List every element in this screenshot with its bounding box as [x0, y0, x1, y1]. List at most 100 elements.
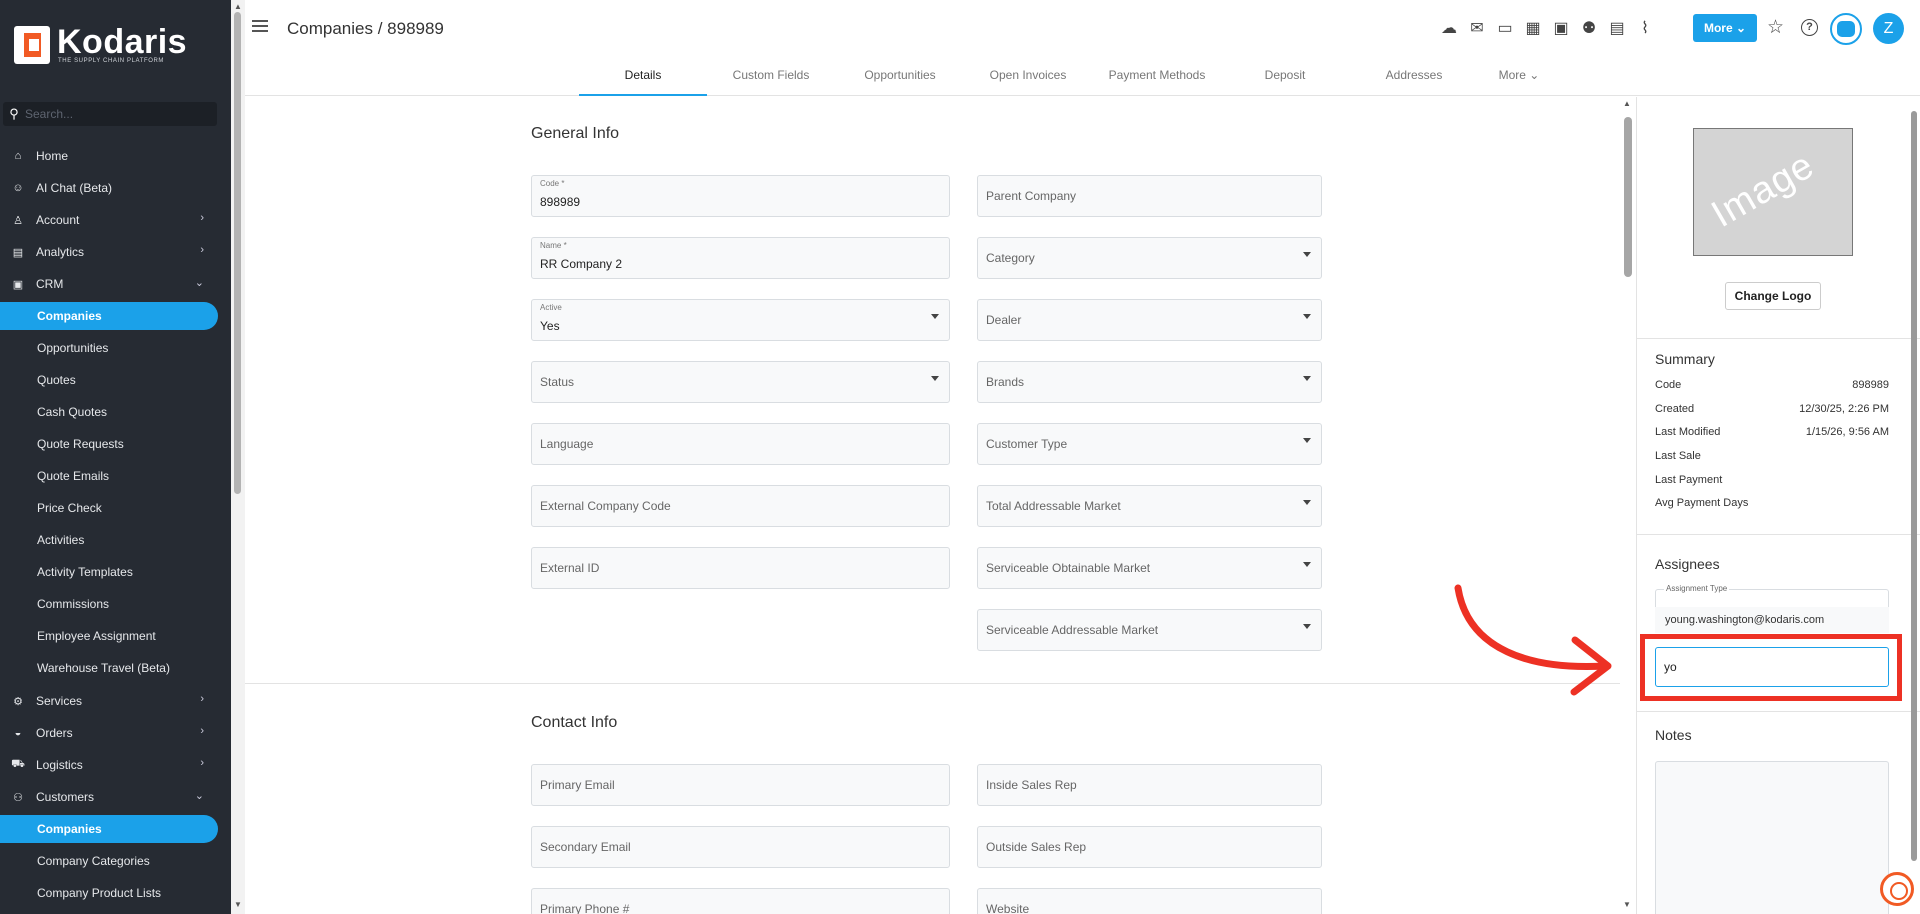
scroll-down-icon[interactable]: ▼ [234, 900, 242, 909]
sidebar-item-home[interactable]: ⌂ Home [0, 142, 218, 170]
sidebar-item-account[interactable]: ♙ Account › [0, 206, 218, 234]
assignee-suggestion-item[interactable]: young.washington@kodaris.com [1655, 607, 1889, 633]
summary-value: 898989 [1852, 379, 1889, 391]
sidebar-item-label: Price Check [37, 501, 102, 515]
sidebar-item-commissions[interactable]: Commissions [0, 590, 218, 618]
sidebar-search-input[interactable] [25, 107, 205, 121]
ai-assistant-icon[interactable] [1830, 13, 1862, 45]
primary-phone-field[interactable]: Primary Phone # [531, 888, 950, 914]
right-scroll-thumb[interactable] [1911, 111, 1917, 861]
sidebar-item-quote-emails[interactable]: Quote Emails [0, 462, 218, 490]
tab-addresses[interactable]: Addresses [1350, 60, 1478, 96]
sidebar-scroll-thumb[interactable] [234, 12, 241, 494]
customer-type-select[interactable]: Customer Type [977, 423, 1322, 465]
tab-more[interactable]: More ⌄ [1479, 60, 1559, 96]
main-scroll-thumb[interactable] [1624, 117, 1632, 277]
notes-textarea[interactable] [1655, 761, 1889, 914]
sidebar-item-customers-companies[interactable]: Companies [0, 815, 218, 843]
serviceable-obtainable-market-select[interactable]: Serviceable Obtainable Market [977, 547, 1322, 589]
payment-card-icon[interactable]: ▭ [1491, 17, 1519, 41]
document-icon[interactable]: ▤ [1603, 17, 1631, 41]
tab-payment-methods[interactable]: Payment Methods [1093, 60, 1221, 96]
kodaris-logo[interactable]: Kodaris THE SUPPLY CHAIN PLATFORM [14, 23, 214, 66]
sidebar-item-quotes[interactable]: Quotes [0, 366, 218, 394]
sidebar-scrollbar[interactable]: ▲ ▼ [231, 0, 245, 914]
name-field[interactable]: Name * RR Company 2 [531, 237, 950, 279]
avatar[interactable]: Z [1873, 13, 1904, 44]
outside-sales-rep-field[interactable]: Outside Sales Rep [977, 826, 1322, 868]
attachment-icon[interactable]: ⌇ [1631, 17, 1659, 41]
brands-select[interactable]: Brands [977, 361, 1322, 403]
star-icon[interactable]: ☆ [1767, 16, 1784, 39]
field-value: RR Company 2 [540, 257, 623, 271]
scroll-down-icon[interactable]: ▼ [1623, 900, 1631, 909]
scroll-up-icon[interactable]: ▲ [1623, 99, 1631, 108]
tab-custom-fields[interactable]: Custom Fields [707, 60, 835, 96]
code-field[interactable]: Code * 898989 [531, 175, 950, 217]
assignee-search-input[interactable] [1655, 647, 1889, 687]
field-placeholder: Category [986, 251, 1035, 265]
user-icon: ♙ [13, 214, 23, 227]
external-company-code-field[interactable]: External Company Code [531, 485, 950, 527]
sidebar-item-activities[interactable]: Activities [0, 526, 218, 554]
screen-share-icon[interactable]: ▣ [1547, 17, 1575, 41]
panel-divider [1637, 534, 1920, 535]
sidebar-item-company-product-lists[interactable]: Company Product Lists [0, 879, 218, 907]
tab-bar: Details Custom Fields Opportunities Open… [245, 60, 1920, 96]
right-panel-scrollbar[interactable] [1906, 97, 1920, 914]
sidebar-item-warehouse-travel[interactable]: Warehouse Travel (Beta) [0, 654, 218, 682]
dropdown-caret-icon [1303, 562, 1311, 567]
chevron-right-icon: › [200, 757, 204, 769]
summary-row-last-modified: Last Modified 1/15/26, 9:56 AM [1655, 426, 1889, 442]
active-select[interactable]: Active Yes [531, 299, 950, 341]
more-button[interactable]: More ⌄ [1693, 14, 1757, 42]
cloud-icon[interactable]: ☁ [1435, 17, 1463, 41]
primary-email-field[interactable]: Primary Email [531, 764, 950, 806]
add-user-icon[interactable]: ⚉ [1575, 17, 1603, 41]
change-logo-button[interactable]: Change Logo [1725, 282, 1821, 310]
toolbar-icons: ☁ ✉ ▭ ▦ ▣ ⚉ ▤ ⌇ [1435, 17, 1659, 41]
sidebar-item-employee-assignment[interactable]: Employee Assignment [0, 622, 218, 650]
website-field[interactable]: Website [977, 888, 1322, 914]
total-addressable-market-select[interactable]: Total Addressable Market [977, 485, 1322, 527]
sidebar-item-ai-chat[interactable]: ☺ AI Chat (Beta) [0, 174, 218, 202]
status-select[interactable]: Status [531, 361, 950, 403]
help-icon[interactable]: ? [1801, 19, 1818, 36]
sidebar-item-customers[interactable]: ⚇ Customers ⌄ [0, 783, 218, 811]
sidebar-item-cash-quotes[interactable]: Cash Quotes [0, 398, 218, 426]
sidebar-item-label: CRM [36, 277, 64, 291]
hamburger-menu-icon[interactable] [252, 20, 268, 34]
sidebar-item-price-check[interactable]: Price Check [0, 494, 218, 522]
serviceable-addressable-market-select[interactable]: Serviceable Addressable Market [977, 609, 1322, 651]
sidebar-item-crm[interactable]: ▣ CRM ⌄ [0, 270, 218, 298]
sidebar-item-company-categories[interactable]: Company Categories [0, 847, 218, 875]
sidebar-item-quote-requests[interactable]: Quote Requests [0, 430, 218, 458]
chevron-right-icon: › [200, 725, 204, 737]
sidebar-item-logistics[interactable]: ⛟ Logistics › [0, 751, 218, 779]
inside-sales-rep-field[interactable]: Inside Sales Rep [977, 764, 1322, 806]
sidebar-item-crm-companies[interactable]: Companies [0, 302, 218, 330]
secondary-email-field[interactable]: Secondary Email [531, 826, 950, 868]
language-field[interactable]: Language [531, 423, 950, 465]
sidebar-item-opportunities[interactable]: Opportunities [0, 334, 218, 362]
mail-icon[interactable]: ✉ [1463, 17, 1491, 41]
dealer-select[interactable]: Dealer [977, 299, 1322, 341]
right-panel: Image Change Logo Summary Code 898989 Cre… [1636, 97, 1920, 914]
register-icon[interactable]: ▦ [1519, 17, 1547, 41]
tab-open-invoices[interactable]: Open Invoices [964, 60, 1092, 96]
sidebar-item-orders[interactable]: ◒ Orders › [0, 719, 218, 747]
sidebar-item-services[interactable]: ⚙ Services › [0, 687, 218, 715]
main-scrollbar[interactable]: ▲ ▼ [1620, 97, 1636, 914]
tab-details[interactable]: Details [579, 60, 707, 96]
parent-company-field[interactable]: Parent Company [977, 175, 1322, 217]
tab-opportunities[interactable]: Opportunities [836, 60, 964, 96]
tab-deposit[interactable]: Deposit [1221, 60, 1349, 96]
chat-bubble-icon[interactable] [1880, 872, 1914, 906]
field-label: Active [540, 303, 562, 312]
sidebar-item-analytics[interactable]: ▤ Analytics › [0, 238, 218, 266]
category-select[interactable]: Category [977, 237, 1322, 279]
sidebar-item-activity-templates[interactable]: Activity Templates [0, 558, 218, 586]
external-id-field[interactable]: External ID [531, 547, 950, 589]
scroll-up-icon[interactable]: ▲ [234, 2, 242, 11]
contact-info-title: Contact Info [531, 714, 618, 731]
